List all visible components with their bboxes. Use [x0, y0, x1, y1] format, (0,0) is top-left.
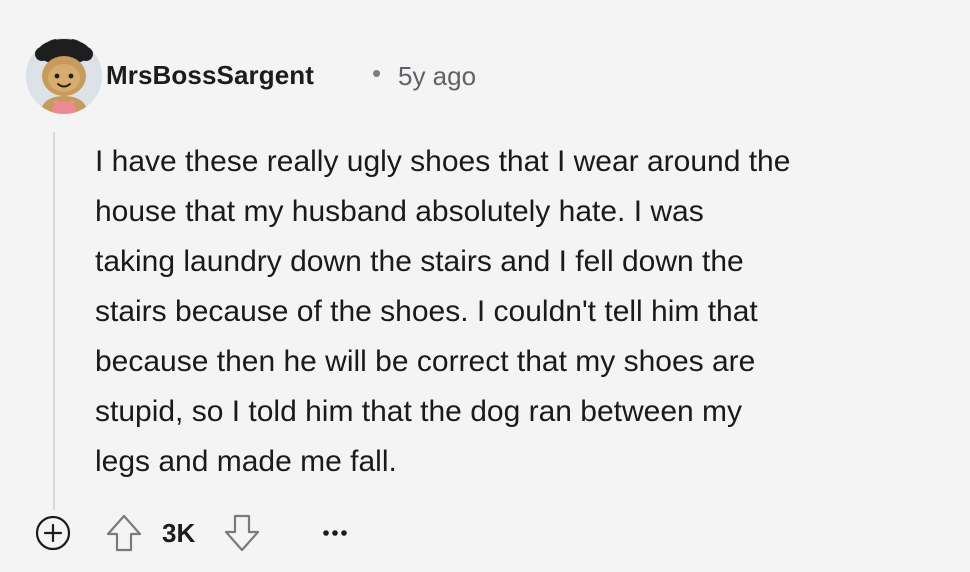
- avatar[interactable]: [26, 38, 102, 114]
- comment-card: MrsBossSargent • 5y ago I have these rea…: [0, 0, 970, 572]
- vote-score: 3K: [162, 518, 196, 548]
- downvote-button[interactable]: [222, 512, 262, 554]
- upvote-button[interactable]: [104, 512, 144, 554]
- meta-separator: •: [372, 58, 382, 88]
- comment-body-line: taking laundry down the stairs and I fel…: [95, 245, 744, 278]
- arrow-up-icon: [106, 514, 142, 552]
- ellipsis-icon: [323, 530, 347, 536]
- plus-circle-icon: [35, 515, 71, 551]
- thread-line[interactable]: [53, 132, 55, 510]
- comment-body-line: legs and made me fall.: [95, 445, 397, 478]
- expand-thread-button[interactable]: [34, 514, 72, 552]
- comment-action-bar: 3K: [0, 510, 970, 554]
- avatar-illustration-icon: [26, 38, 102, 114]
- comment-body: I have these really ugly shoes that I we…: [95, 137, 955, 487]
- comment-author[interactable]: MrsBossSargent: [106, 60, 314, 91]
- comment-body-line: stupid, so I told him that the dog ran b…: [95, 395, 743, 428]
- comment-timestamp[interactable]: 5y ago: [398, 61, 476, 92]
- comment-body-line: house that my husband absolutely hate. I…: [95, 195, 704, 228]
- arrow-down-icon: [224, 514, 260, 552]
- more-options-button[interactable]: [318, 516, 352, 550]
- comment-body-line: because then he will be correct that my …: [95, 345, 756, 378]
- comment-body-line: I have these really ugly shoes that I we…: [95, 145, 791, 178]
- comment-body-line: stairs because of the shoes. I couldn't …: [95, 295, 758, 328]
